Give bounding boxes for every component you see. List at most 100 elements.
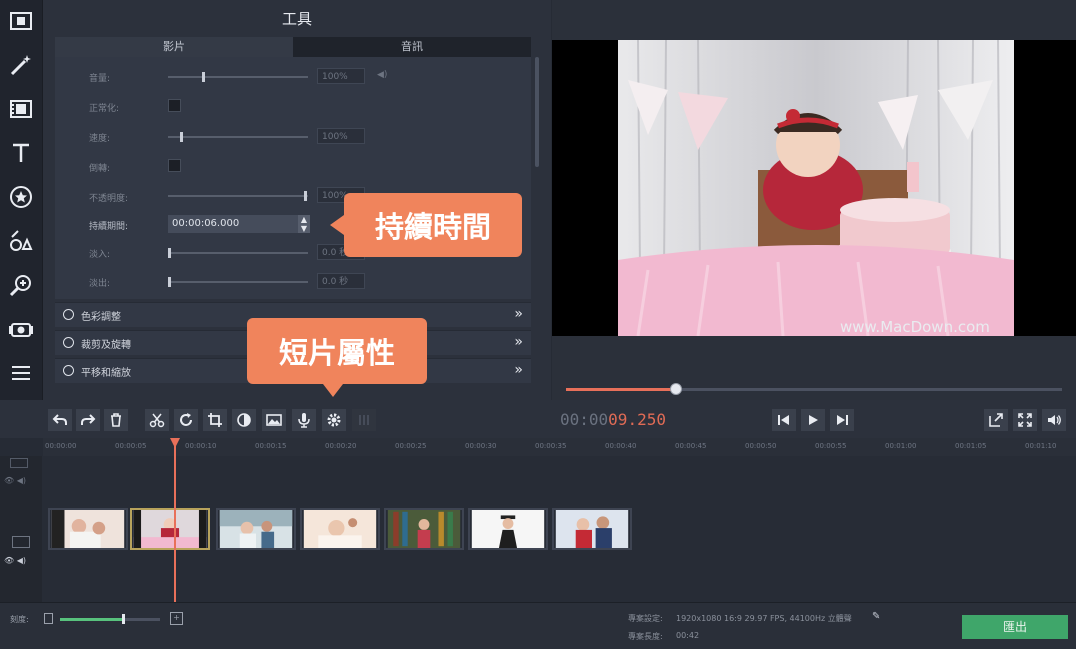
ruler-tick: 00:00:00 xyxy=(45,442,77,450)
ruler-tick: 00:00:20 xyxy=(325,442,357,450)
reverse-label: 倒轉: xyxy=(89,164,111,174)
stickers-icon[interactable] xyxy=(4,180,38,214)
duration-stepper[interactable]: ▲ ▼ xyxy=(298,215,310,233)
timeline-clip[interactable] xyxy=(552,508,632,550)
magic-wand-icon[interactable] xyxy=(4,48,38,82)
import-icon[interactable] xyxy=(4,4,38,38)
redo-icon[interactable] xyxy=(76,409,100,431)
video-track-controls-icon[interactable]: 👁 ◀) xyxy=(4,556,26,565)
chevron-right-icon: » xyxy=(514,306,523,322)
crop-icon[interactable] xyxy=(203,409,227,431)
timeline-clip[interactable] xyxy=(468,508,548,550)
mic-icon[interactable] xyxy=(292,409,316,431)
ruler-tick: 00:00:25 xyxy=(395,442,427,450)
snapshot-icon[interactable] xyxy=(984,409,1008,431)
timeline-clip[interactable] xyxy=(216,508,296,550)
volume-value[interactable]: 100% xyxy=(317,68,365,84)
ruler-tick: 00:00:45 xyxy=(675,442,707,450)
ruler-tick: 00:00:05 xyxy=(115,442,147,450)
properties-scrollbar[interactable] xyxy=(535,57,539,167)
export-button[interactable]: 匯出 xyxy=(962,615,1068,639)
clip-properties: 音量: 100% ◀) 正常化: 速度: 100% 倒轉: 不透明度: 100%… xyxy=(55,57,531,299)
fade-out-label: 淡出: xyxy=(89,279,111,289)
callout-duration: 持續時間 xyxy=(330,193,522,257)
section-label: 色彩調整 xyxy=(81,312,121,323)
callout-clip-properties: 短片屬性 xyxy=(247,318,427,397)
timeline-clip[interactable] xyxy=(384,508,464,550)
speed-label: 速度: xyxy=(89,134,111,144)
delete-icon[interactable] xyxy=(104,409,128,431)
radio-icon xyxy=(63,337,74,348)
image-icon[interactable] xyxy=(262,409,286,431)
preview-image xyxy=(618,40,1014,336)
playhead[interactable] xyxy=(174,440,176,602)
status-bar: 刻度: + 專案設定: 1920x1080 16:9 29.97 FPS, 44… xyxy=(0,602,1076,649)
fade-out-slider[interactable] xyxy=(168,277,308,287)
tab-video[interactable]: 影片 xyxy=(55,37,293,57)
opacity-slider[interactable] xyxy=(168,191,308,201)
play-icon[interactable] xyxy=(801,409,825,431)
transitions-icon[interactable] xyxy=(4,224,38,258)
chevron-right-icon: » xyxy=(514,334,523,350)
ruler-tick: 00:00:35 xyxy=(535,442,567,450)
ruler-tick: 00:00:10 xyxy=(185,442,217,450)
skip-forward-icon[interactable] xyxy=(830,409,854,431)
ruler-tick: 00:00:50 xyxy=(745,442,777,450)
more-icon[interactable] xyxy=(4,356,38,390)
skip-back-icon[interactable] xyxy=(772,409,796,431)
chevron-right-icon: » xyxy=(514,362,523,378)
pencil-icon[interactable]: ✎ xyxy=(872,611,880,622)
section-label: 裁剪及旋轉 xyxy=(81,340,131,351)
project-length-value: 00:42 xyxy=(676,631,700,640)
timeline-clip-selected[interactable] xyxy=(130,508,210,550)
normalize-checkbox[interactable] xyxy=(168,99,181,112)
color-adjust-icon[interactable] xyxy=(232,409,256,431)
zoom-in-icon[interactable]: + xyxy=(170,612,183,625)
disabled-tool-icon xyxy=(352,409,376,431)
preview-panel: www.MacDown.com xyxy=(552,0,1076,400)
timecode-elapsed: 00:00 xyxy=(560,410,609,429)
timeline-ruler[interactable]: 00:00:00 00:00:05 00:00:10 00:00:15 00:0… xyxy=(43,438,1076,457)
timecode-fraction: 09.250 xyxy=(608,410,666,429)
speed-slider[interactable] xyxy=(168,132,308,142)
fade-in-slider[interactable] xyxy=(168,248,308,258)
volume-label: 音量: xyxy=(89,74,111,84)
rotate-icon[interactable] xyxy=(174,409,198,431)
speed-value[interactable]: 100% xyxy=(317,128,365,144)
seek-handle[interactable] xyxy=(670,383,682,395)
timeline-clip[interactable] xyxy=(48,508,128,550)
volume-slider[interactable] xyxy=(168,72,308,82)
seek-progress xyxy=(566,388,676,391)
cut-icon[interactable] xyxy=(145,409,169,431)
zoom-out-icon[interactable] xyxy=(44,613,53,624)
tab-audio[interactable]: 音訊 xyxy=(293,37,531,57)
radio-icon xyxy=(63,309,74,320)
ruler-tick: 00:01:05 xyxy=(955,442,987,450)
record-icon[interactable] xyxy=(4,312,38,346)
undo-icon[interactable] xyxy=(48,409,72,431)
fade-out-value[interactable]: 0.0 秒 xyxy=(317,273,365,289)
toolbar: 00:0009.250 xyxy=(0,400,1076,438)
project-settings-label: 專案設定: xyxy=(628,614,663,623)
zoom-icon[interactable] xyxy=(4,268,38,302)
project-settings-value: 1920x1080 16:9 29.97 FPS, 44100Hz 立體聲 xyxy=(676,614,852,623)
tabs: 影片 音訊 xyxy=(55,37,531,57)
fullscreen-icon[interactable] xyxy=(1013,409,1037,431)
duration-input[interactable]: 00:00:06.000 xyxy=(168,215,298,233)
gear-icon[interactable] xyxy=(322,409,346,431)
track-visibility-icon[interactable]: 👁 ◀) xyxy=(4,476,26,485)
timecode: 00:0009.250 xyxy=(560,410,666,429)
ruler-tick: 00:00:40 xyxy=(605,442,637,450)
ruler-tick: 00:00:15 xyxy=(255,442,287,450)
speaker-icon[interactable]: ◀) xyxy=(377,70,387,80)
timeline-clip[interactable] xyxy=(300,508,380,550)
tool-rail xyxy=(0,0,43,400)
filters-icon[interactable] xyxy=(4,92,38,126)
section-label: 平移和縮放 xyxy=(81,368,131,379)
reverse-checkbox[interactable] xyxy=(168,159,181,172)
ruler-tick: 00:01:10 xyxy=(1025,442,1057,450)
text-icon[interactable] xyxy=(4,136,38,170)
zoom-slider-handle[interactable] xyxy=(122,614,125,624)
volume-icon[interactable] xyxy=(1042,409,1066,431)
watermark: www.MacDown.com xyxy=(840,318,990,336)
